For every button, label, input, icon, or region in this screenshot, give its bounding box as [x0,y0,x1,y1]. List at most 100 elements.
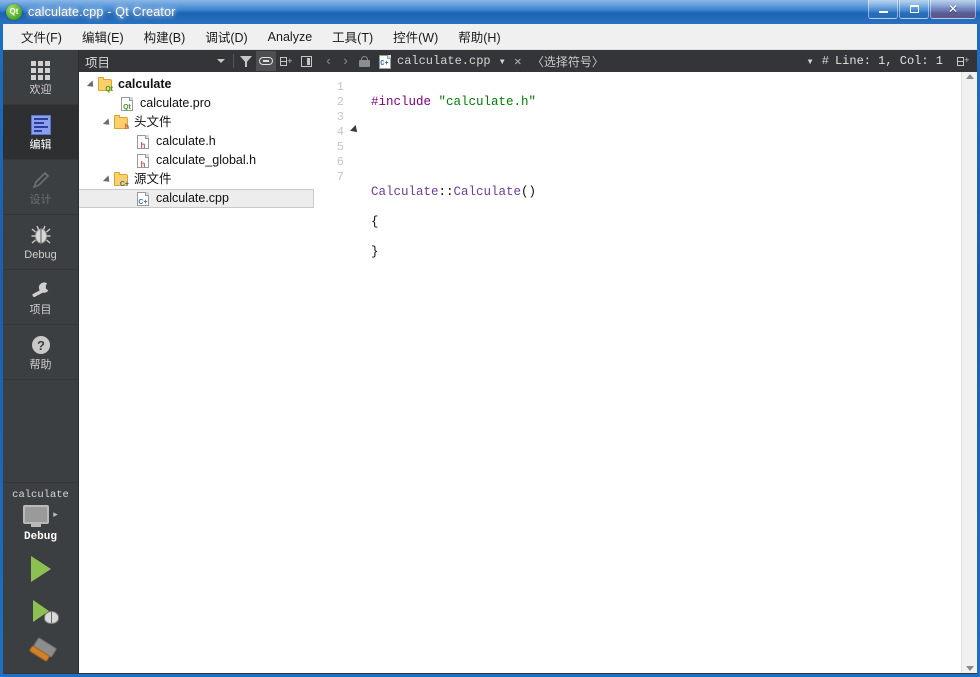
tree-item-calculate-h[interactable]: h calculate.h [79,132,316,151]
chevron-down-icon[interactable]: ▾ [499,54,506,69]
tree-item-pro-file[interactable]: Qt calculate.pro [79,94,316,113]
tree-item-label: 头文件 [134,115,172,130]
line-number: 6 [336,155,344,169]
scroll-down-icon[interactable] [965,666,974,671]
project-panel-title: 项目 [85,55,111,70]
line-number: 7 [336,170,344,184]
menu-help[interactable]: 帮助(H) [448,24,510,50]
open-file-name[interactable]: calculate.cpp [397,54,491,68]
debug-button[interactable] [24,597,59,625]
expand-twisty-placeholder [123,151,135,170]
navigate-forward-button[interactable]: › [337,51,354,71]
sidebar-item-design[interactable]: 设计 [3,160,78,215]
fold-triangle-icon[interactable] [350,125,360,135]
line-col-icon: # [821,54,829,68]
monitor-icon [23,505,50,527]
folder-cpp-icon: C+ [113,171,129,188]
code-line: #include "calculate.h" [371,95,537,109]
qt-creator-window: Qt calculate.cpp - Qt Creator ✕ 文件(F) 编辑… [0,0,980,677]
sidebar-item-label: 设计 [29,194,52,206]
close-document-button[interactable]: ✕ [510,52,526,70]
editor-area: ‹ › C+ calculate.cpp ▾ ✕ 〈选择符号〉 ▾ # Line… [316,50,977,673]
navigate-back-button[interactable]: ‹ [320,51,337,71]
line-col-indicator[interactable]: Line: 1, Col: 1 [835,54,943,68]
menu-analyze[interactable]: Analyze [258,26,322,48]
symbol-selector[interactable]: 〈选择符号〉 [532,53,799,70]
code-line: { [371,215,379,229]
build-button[interactable] [24,637,58,667]
minimize-button[interactable] [868,0,898,19]
sync-with-editor-button[interactable] [256,51,276,71]
filter-tree-button[interactable] [236,51,256,71]
tree-item-sources-folder[interactable]: C+ 源文件 [79,170,316,189]
tree-item-headers-folder[interactable]: h 头文件 [79,113,316,132]
maximize-button[interactable] [899,0,929,19]
tree-item-calculate-cpp[interactable]: C+ calculate.cpp [79,189,314,208]
modebar-spacer [3,380,78,482]
sidebar-item-label: 帮助 [29,359,52,371]
editor-vertical-scrollbar[interactable] [961,72,977,673]
run-action-buttons [3,545,78,673]
edit-lines-icon [30,113,51,137]
client-area: 文件(F) 编辑(E) 构建(B) 调试(D) Analyze 工具(T) 控件… [3,24,977,674]
close-icon: ✕ [947,2,959,16]
code-line: Calculate::Calculate() [371,185,537,199]
question-mark-icon: ? [30,333,52,357]
menu-window[interactable]: 控件(W) [383,24,448,50]
sidebar-item-welcome[interactable]: 欢迎 [3,50,78,105]
sidebar-item-debug[interactable]: Debug [3,215,78,270]
expand-twisty[interactable] [101,113,113,132]
code-editor[interactable]: 1 2 3 4 5 6 7 #include "calculate.h" Cal… [316,72,977,673]
code-text[interactable]: #include "calculate.h" Calculate::Calcul… [366,72,961,673]
file-h-icon: h [135,153,151,169]
menu-build[interactable]: 构建(B) [134,24,196,50]
svg-text:?: ? [37,338,45,353]
tree-item-label: calculate.cpp [156,191,229,206]
minimize-icon [878,10,888,13]
line-number: 4 [336,125,344,139]
wrench-icon [29,278,53,302]
tree-item-project[interactable]: Qt calculate [79,75,316,94]
bug-icon [43,611,59,624]
title-bar[interactable]: Qt calculate.cpp - Qt Creator ✕ [0,0,980,24]
status-bar: Type to locate (Ctrl+K) 1 问题 2 Search Re… [3,673,977,674]
chevron-down-icon[interactable]: ▾ [807,54,814,69]
sidebar-item-help[interactable]: ? 帮助 [3,325,78,380]
file-cpp-icon: C+ [377,54,392,69]
tree-item-label: calculate_global.h [156,153,257,168]
qt-logo-icon: Qt [6,4,22,20]
kit-selector[interactable]: calculate ▸ Debug [3,482,78,545]
sidebar-item-edit[interactable]: 编辑 [3,105,78,160]
expand-twisty-placeholder [107,94,119,113]
expand-twisty[interactable] [85,75,97,94]
line-number: 1 [336,80,344,94]
unlocked-icon[interactable] [354,51,374,71]
menu-debug[interactable]: 调试(D) [195,24,257,50]
tree-item-label: calculate [118,77,172,92]
expand-twisty[interactable] [101,170,113,189]
window-frame: Qt calculate.cpp - Qt Creator ✕ 文件(F) 编辑… [0,0,980,677]
divider [233,54,234,68]
split-editor-icon[interactable]: + [953,51,973,71]
run-button[interactable] [24,555,58,583]
tree-item-calculate-global-h[interactable]: h calculate_global.h [79,151,316,170]
menu-file[interactable]: 文件(F) [11,24,72,50]
filter-icon [240,55,252,67]
tree-item-label: calculate.h [156,134,216,149]
close-sidebar-button[interactable] [296,51,316,71]
sidebar-item-label: 欢迎 [29,84,52,96]
close-button[interactable]: ✕ [930,0,976,19]
fold-margin[interactable] [346,72,366,673]
project-tree[interactable]: Qt calculate Qt calculate.pro h 头文件 h ca… [79,72,316,673]
menu-tools[interactable]: 工具(T) [322,24,383,50]
collapse-all-button[interactable]: + [276,51,296,71]
folder-qt-icon: Qt [97,76,113,93]
play-triangle-icon [30,556,51,582]
menu-edit[interactable]: 编辑(E) [72,24,134,50]
window-title: calculate.cpp - Qt Creator [28,5,176,19]
view-selector-dropdown[interactable] [211,51,231,71]
sidebar-item-projects[interactable]: 项目 [3,270,78,325]
project-sidebar: 项目 + Qt calculate Qt calculate.pro h 头文件… [79,50,316,673]
scroll-up-icon[interactable] [965,74,974,79]
